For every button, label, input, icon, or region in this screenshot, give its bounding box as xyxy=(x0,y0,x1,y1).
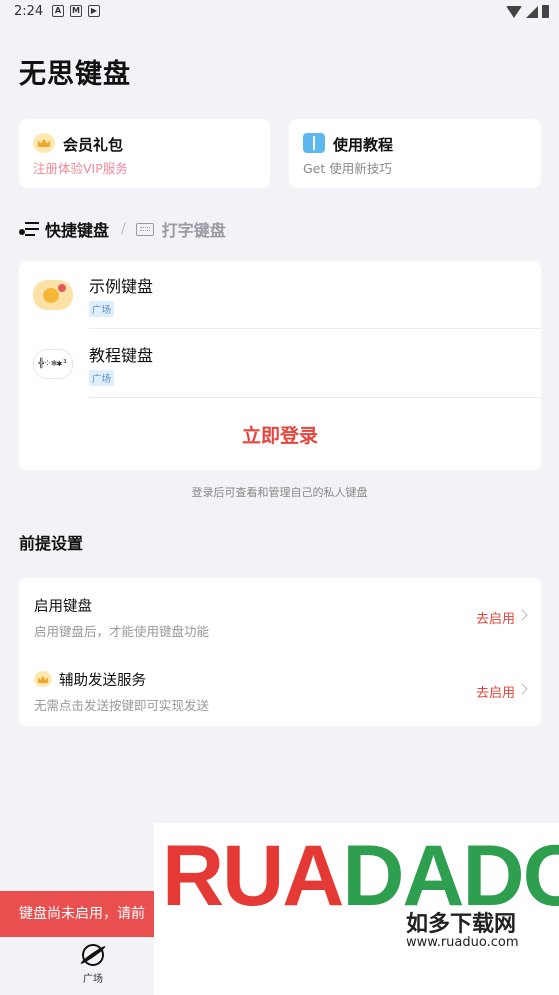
nav-label: 广场 xyxy=(83,974,103,985)
divider xyxy=(89,397,541,398)
crown-icon xyxy=(33,133,55,153)
watermark-chinese: 如多下载网 xyxy=(406,912,517,937)
tab-typing-keyboard[interactable]: 打字键盘 xyxy=(162,217,226,241)
keyboard-item-example[interactable]: 示例键盘 广场 xyxy=(19,261,541,329)
setting-title-row: 辅助发送服务 xyxy=(34,669,146,690)
setting-enable-keyboard[interactable]: 启用键盘 启用键盘后，才能使用键盘功能 去启用 xyxy=(19,578,541,652)
notification-icons: A M ▶ xyxy=(52,5,100,17)
watermark: RUADADO 如多下载网 www.ruaduo.com xyxy=(154,823,559,995)
tutorial-subtitle: Get 使用新技巧 xyxy=(303,161,392,176)
tutorial-card[interactable]: 使用教程 Get 使用新技巧 xyxy=(289,119,541,188)
member-gift-subtitle: 注册体验VIP服务 xyxy=(33,161,128,176)
app-notification-icon: A xyxy=(52,5,64,17)
member-gift-card[interactable]: 会员礼包 注册体验VIP服务 xyxy=(19,119,270,188)
settings-card: 启用键盘 启用键盘后，才能使用键盘功能 去启用 辅助发送服务 无需点击发送按键即… xyxy=(19,578,541,726)
enable-keyboard-button[interactable]: 去启用 xyxy=(476,608,515,627)
tab-separator: / xyxy=(121,221,126,237)
section-title: 前提设置 xyxy=(19,534,84,553)
keyboard-icon xyxy=(135,222,154,236)
setting-subtitle: 无需点击发送按键即可实现发送 xyxy=(34,698,210,713)
status-time: 2:24 xyxy=(14,4,44,19)
chevron-right-icon xyxy=(516,683,528,695)
play-store-icon: ▶ xyxy=(88,5,100,17)
keyboard-list-card: 示例键盘 广场 ╬⁘❄✱³ 教程键盘 广场 立即登录 xyxy=(19,261,541,470)
tab-quick-keyboard[interactable]: 快捷键盘 xyxy=(45,217,109,241)
setting-title: 辅助发送服务 xyxy=(59,673,146,689)
watermark-url: www.ruaduo.com xyxy=(406,935,519,950)
enable-assist-send-button[interactable]: 去启用 xyxy=(476,682,515,701)
toast-message: 键盘尚未启用，请前 xyxy=(0,891,170,937)
symbol-keyboard-avatar: ╬⁘❄✱³ xyxy=(33,349,73,379)
member-gift-title: 会员礼包 xyxy=(63,136,124,154)
keyboard-title: 教程键盘 xyxy=(89,346,154,365)
signal-icon xyxy=(526,5,538,18)
book-icon xyxy=(303,133,325,153)
status-bar: 2:24 A M ▶ xyxy=(0,0,559,24)
divider xyxy=(89,328,541,329)
planet-icon xyxy=(82,944,104,966)
login-hint: 登录后可查看和管理自己的私人键盘 xyxy=(191,486,368,499)
keyboard-item-tutorial[interactable]: ╬⁘❄✱³ 教程键盘 广场 xyxy=(19,330,541,398)
battery-icon xyxy=(542,5,549,18)
keyboard-title: 示例键盘 xyxy=(89,277,154,296)
page-title: 无思键盘 xyxy=(19,59,131,90)
mail-icon: M xyxy=(70,5,82,17)
chevron-right-icon xyxy=(516,609,528,621)
setting-assist-send[interactable]: 辅助发送服务 无需点击发送按键即可实现发送 去启用 xyxy=(19,652,541,726)
tutorial-title: 使用教程 xyxy=(333,136,394,154)
setting-subtitle: 启用键盘后，才能使用键盘功能 xyxy=(34,624,210,639)
keyboard-tabs: 快捷键盘 / 打字键盘 xyxy=(19,217,226,241)
list-icon xyxy=(19,222,39,236)
square-badge: 广场 xyxy=(89,370,115,386)
login-button[interactable]: 立即登录 xyxy=(19,421,541,448)
square-badge: 广场 xyxy=(89,301,115,317)
setting-title: 启用键盘 xyxy=(34,599,92,615)
crown-icon xyxy=(34,671,52,687)
system-icons xyxy=(506,5,549,18)
emoji-keyboard-avatar xyxy=(33,280,73,310)
wifi-icon xyxy=(506,5,522,18)
nav-item-square[interactable]: 广场 xyxy=(60,944,126,985)
